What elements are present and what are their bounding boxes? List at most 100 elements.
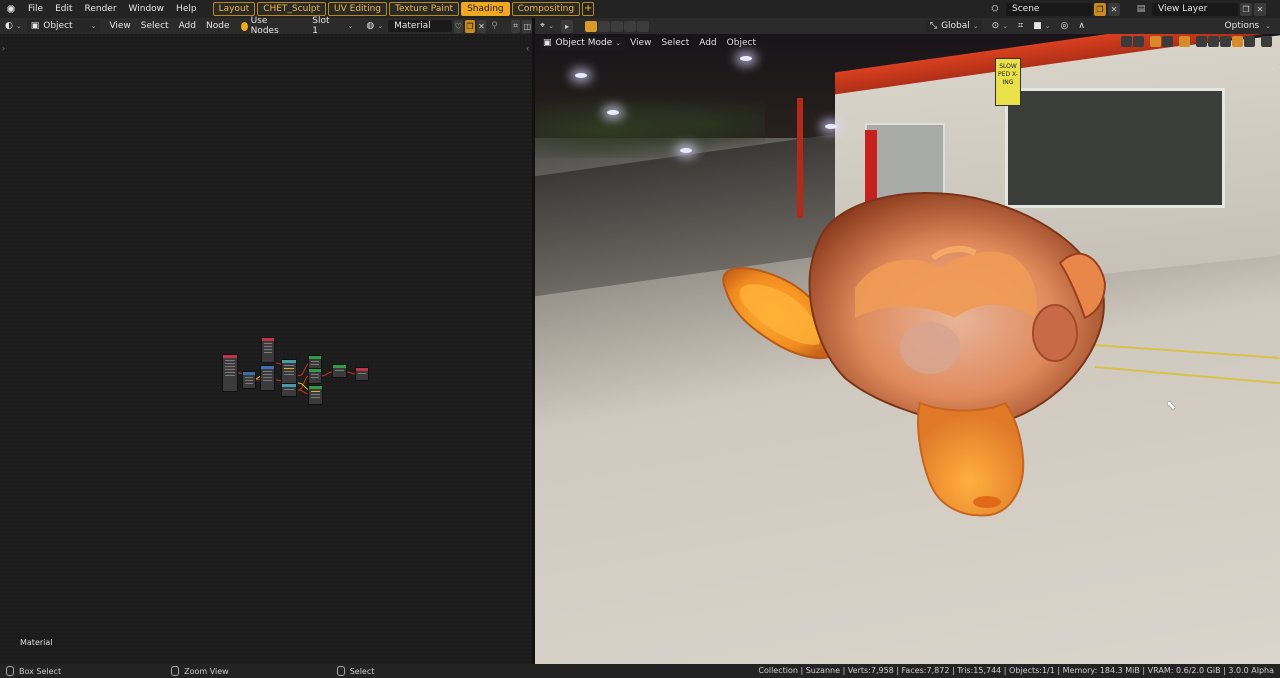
viewport-menu-add[interactable]: Add [694,38,721,48]
node-principled-bsdf[interactable] [308,385,323,405]
scene-statistics: Collection | Suzanne | Verts:7,958 | Fac… [758,666,1274,675]
select-subtract-mode-icon[interactable] [610,20,623,32]
environment-store-window [1005,88,1225,208]
menu-edit[interactable]: Edit [49,0,78,18]
view-layer-copy-icon[interactable]: ❐ [1240,2,1252,16]
3d-viewport[interactable]: SLOW PED X-ING ⌖ ⌄ ▸ ⤡ Global ⌄ ⊙ ⌄ ⌗ ■ … [535,18,1280,664]
mouse-left-icon [6,666,14,676]
node-texture-coordinate[interactable] [222,354,238,392]
environment-light [825,124,837,129]
environment-light [575,73,587,78]
overlay-toggle-icon[interactable] [1150,36,1161,47]
node-math[interactable] [281,383,297,397]
tab-uv-editing[interactable]: UV Editing [328,2,387,16]
menu-window[interactable]: Window [123,0,171,18]
material-preview-shading-icon[interactable] [1220,36,1231,47]
view-layer-name-field[interactable]: View Layer [1152,2,1238,16]
viewport-menu-view[interactable]: View [625,38,656,48]
environment-soda-sign [865,130,877,210]
overlay-dropdown-icon[interactable] [1162,36,1173,47]
node-noise-texture[interactable] [260,365,275,391]
wireframe-shading-icon[interactable] [1196,36,1207,47]
interaction-mode-dropdown[interactable]: ▣ Object Mode ⌄ [539,36,626,50]
menu-help[interactable]: Help [170,0,203,18]
node-material-output[interactable] [355,367,369,381]
menu-file[interactable]: File [22,0,49,18]
proportional-edit-icon[interactable]: ◎ [1056,18,1074,34]
top-menu-bar: ✺ File Edit Render Window Help Layout CH… [0,0,1280,18]
visibility-icon[interactable] [1121,36,1132,47]
pivot-point-icon[interactable]: ⊙ ⌄ [987,18,1013,34]
blender-logo-icon[interactable]: ✺ [0,0,22,18]
status-select: Select [336,666,375,676]
chevron-down-icon: ⌄ [1265,22,1271,30]
environment-cooler [865,123,945,233]
interaction-mode-label: Object Mode [555,38,613,48]
xray-toggle-icon[interactable] [1179,36,1190,47]
status-select-label: Select [349,666,375,676]
shader-node-editor[interactable]: ◐ ⌄ ▣ Object ⌄ View Select Add Node Use N… [0,16,533,664]
shading-dropdown-icon[interactable] [1244,36,1255,47]
scene-copy-icon[interactable]: ❐ [1094,2,1106,16]
chevron-left-icon[interactable]: ‹ [1271,64,1274,73]
environment-light [607,110,619,115]
orientation-axis-icon: ⤡ [929,21,938,31]
tab-texture-paint[interactable]: Texture Paint [388,2,460,16]
status-box-select-label: Box Select [19,666,62,676]
status-box-select: Box Select [6,666,61,676]
node-attribute[interactable] [261,337,275,363]
play-icon[interactable]: ▸ [560,19,573,33]
options-label: Options [1224,21,1260,31]
mouse-right-icon [336,666,345,676]
mouse-middle-icon [171,666,180,676]
add-workspace-button[interactable]: + [582,2,595,16]
falloff-icon[interactable]: ∧ [1073,18,1090,34]
chevron-down-icon: ⌄ [1002,22,1009,30]
snap-icon[interactable]: ⌗ [1013,18,1028,34]
node-volume-absorption[interactable] [308,368,322,384]
select-box-mode-icon[interactable] [584,20,597,32]
orientation-label: Global [941,21,970,31]
view-layer-close-icon[interactable]: ✕ [1254,2,1266,16]
viewport-menu-select[interactable]: Select [656,38,694,48]
environment-light [680,148,692,153]
select-intersect-mode-icon[interactable] [636,20,649,32]
status-bar: Box Select Zoom View Select Collection |… [0,664,1280,678]
tab-chet-sculpt[interactable]: CHET_Sculpt [257,2,327,16]
transform-orientation-dropdown[interactable]: ⤡ Global ⌄ [925,20,983,32]
chevron-down-icon: ⌄ [548,22,554,30]
status-zoom-view-label: Zoom View [184,666,229,676]
chevron-down-icon: ⌄ [972,22,979,30]
chevron-down-icon: ⌄ [1044,22,1051,30]
solid-shading-icon[interactable] [1208,36,1219,47]
scene-selector: ⛭ Scene ❐ ✕ [988,2,1120,16]
environment-light [740,56,752,61]
status-zoom-view: Zoom View [171,666,229,676]
viewport-header: ⌖ ⌄ ▸ ⤡ Global ⌄ ⊙ ⌄ ⌗ ■ ⌄ ◎ ∧ Options ⌄ [535,18,1280,34]
tab-layout[interactable]: Layout [212,2,256,16]
tab-compositing[interactable]: Compositing [511,2,581,16]
viewport-shading-controls [1120,36,1272,47]
tab-shading[interactable]: Shading [461,2,510,16]
viewport-editor-type-icon[interactable]: ⌖ ⌄ [535,18,559,34]
mouse-cursor-icon: ⬉ [1166,398,1177,412]
menu-render[interactable]: Render [79,0,123,18]
select-extend-mode-icon[interactable] [597,20,610,32]
gizmo-toggle-icon[interactable] [1133,36,1144,47]
viewport-menu-object[interactable]: Object [722,38,761,48]
options-dropdown[interactable]: Options ⌄ [1220,20,1276,32]
view-layer-selector: ▤ View Layer ❐ ✕ [1134,2,1266,16]
pause-render-icon[interactable] [1261,36,1272,47]
scene-controls: ⛭ Scene ❐ ✕ ▤ View Layer ❐ ✕ [988,0,1280,18]
object-mode-icon: ▣ [543,38,552,48]
node-add-shader[interactable] [332,364,347,378]
node-mapping[interactable] [242,371,256,389]
view-layer-icon[interactable]: ▤ [1134,3,1148,16]
scene-icon[interactable]: ⛭ [988,3,1002,16]
rendered-shading-icon[interactable] [1232,36,1243,47]
node-tree-name-label: Material [20,638,53,647]
scene-close-icon[interactable]: ✕ [1108,2,1120,16]
snap-target-icon[interactable]: ■ ⌄ [1028,18,1055,34]
scene-name-field[interactable]: Scene [1006,2,1092,16]
select-invert-mode-icon[interactable] [623,20,636,32]
